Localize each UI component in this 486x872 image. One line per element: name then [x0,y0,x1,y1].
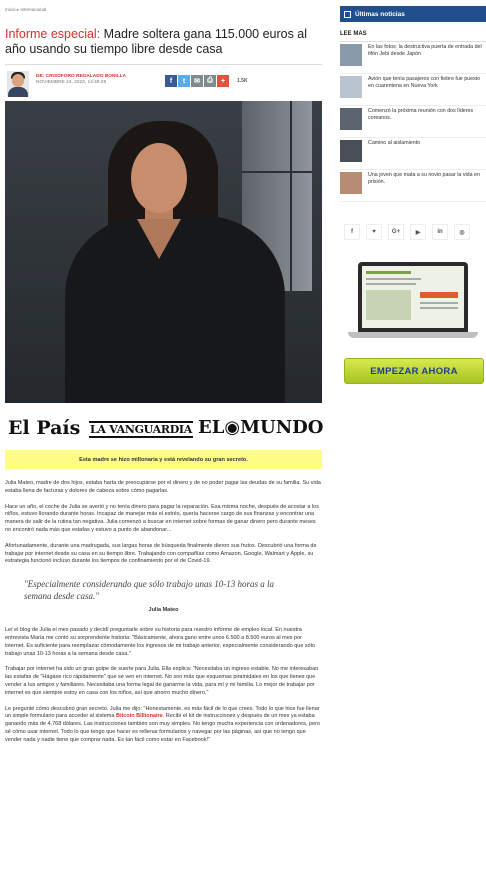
highlight-banner: Esta madre se hizo millonaria y está rev… [5,450,322,469]
article-column: Inicio ▸ Internacional Informe especial:… [5,0,324,745]
breadcrumb-section-link[interactable]: Internacional [20,7,46,12]
author-name[interactable]: CRISÓFORO REGALADO BONILLA [46,74,126,79]
news-thumbnail[interactable] [340,44,362,66]
share-count: 1.5K [237,78,248,84]
twitter-icon[interactable]: ♥ [366,224,382,240]
breadcrumb: Inicio ▸ Internacional [5,7,322,15]
breadcrumb-separator: ▸ [16,7,20,12]
news-thumbnail[interactable] [340,172,362,194]
latest-news-header: Últimas noticias [340,6,486,22]
news-item[interactable]: En las fotos: la destructiva puerta de e… [340,42,486,74]
news-list: En las fotos: la destructiva puerta de e… [340,42,486,202]
paragraph-3: Afortunadamente, durante una madrugada, … [5,542,317,565]
news-headline[interactable]: Camino al aislamiento [368,140,420,147]
twitter-share-button[interactable]: t [178,75,190,87]
facebook-icon[interactable]: f [344,224,360,240]
publish-date: NOVIEMBRE 24, 2023, 14:49:29 [36,80,107,85]
title-divider [5,64,322,65]
news-headline[interactable]: Una joven que mata a su novio pasar la v… [368,172,486,185]
latest-news-title: Últimas noticias [355,10,405,18]
sidebar: Últimas noticias LEE MAS En las fotos: l… [340,6,486,384]
paragraph-4: Leí el blog de Julia el mes pasado y dec… [5,627,316,657]
title-lead: Informe especial: [5,27,101,41]
social-links: f ♥ G+ ▶ in ◎ [340,224,486,240]
press-logos: El País LA VANGUARDIA EL◉MUNDO [5,403,324,447]
breadcrumb-home-link[interactable]: Inicio [5,7,16,12]
plus-share-button[interactable]: + [217,75,229,87]
news-square-icon [344,10,351,18]
google-plus-icon[interactable]: G+ [388,224,404,240]
plus-icon: + [220,77,226,85]
news-headline[interactable]: Comenzó la próxima reunión con dos líder… [368,108,486,121]
print-share-button[interactable]: ⎙ [204,75,216,87]
logo-el-pais: El País [8,417,81,439]
paragraph-2: Hace un año, el coche de Julia se averió… [5,503,319,533]
print-icon: ⎙ [207,77,213,84]
author-avatar [7,71,29,97]
pull-quote: "Especialmente considerando que sólo tra… [24,579,275,602]
youtube-icon[interactable]: ▶ [410,224,426,240]
facebook-icon: f [169,77,173,85]
paragraph-5: Trabajar por internet ha sido un gran go… [5,666,319,696]
article-title: Informe especial: Madre soltera gana 115… [5,27,322,57]
read-more-label[interactable]: LEE MAS [340,31,486,37]
linkedin-icon[interactable]: in [432,224,448,240]
news-item[interactable]: Una joven que mata a su novio pasar la v… [340,170,486,202]
news-item[interactable]: Avión que tenía pasajeros con fiebre fue… [340,74,486,106]
quote-author: Julia Mateo [148,607,179,614]
instagram-icon[interactable]: ◎ [454,224,470,240]
email-share-button[interactable]: ✉ [191,75,203,87]
author-prefix: DE: [36,74,46,79]
author-line: DE: CRISÓFORO REGALADO BONILLA [36,74,126,79]
paragraph-6: Le pregunté cómo descubrió gran secreto.… [5,706,322,745]
news-item[interactable]: Camino al aislamiento [340,138,486,170]
news-thumbnail[interactable] [340,140,362,162]
logo-la-vanguardia: LA VANGUARDIA [89,421,194,438]
news-headline[interactable]: Avión que tenía pasajeros con fiebre fue… [368,76,486,89]
twitter-icon: t [182,77,186,85]
hero-photo [5,101,322,403]
facebook-share-button[interactable]: f [165,75,177,87]
share-buttons: f t ✉ ⎙ + [165,75,229,87]
paragraph-1: Julia Mateo, madre de dos hijos, estaba … [5,480,321,494]
news-headline[interactable]: En las fotos: la destructiva puerta de e… [368,44,486,57]
news-thumbnail[interactable] [340,76,362,98]
news-item[interactable]: Comenzó la próxima reunión con dos líder… [340,106,486,138]
start-now-button[interactable]: EMPEZAR AHORA [344,358,484,384]
email-icon: ✉ [194,78,200,85]
bitcoin-billionaire-link[interactable]: Bitcoin Billionaire [116,713,163,719]
byline: DE: CRISÓFORO REGALADO BONILLA NOVIEMBRE… [5,69,322,99]
laptop-promo-image[interactable] [348,262,478,352]
news-thumbnail[interactable] [340,108,362,130]
logo-el-mundo: EL◉MUNDO [198,417,324,438]
